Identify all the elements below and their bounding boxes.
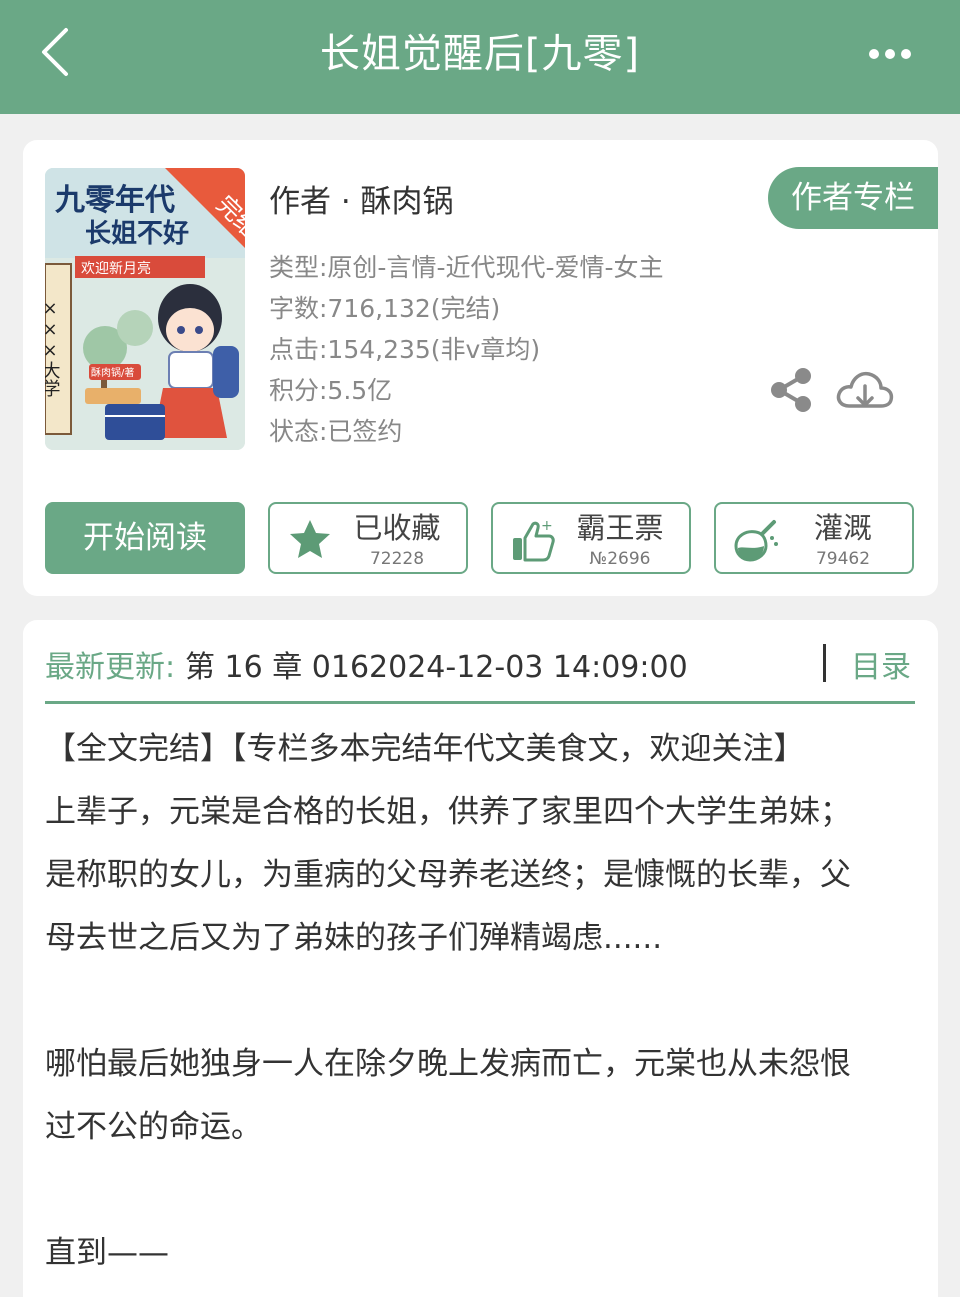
more-button[interactable] xyxy=(860,34,920,74)
synopsis-gap xyxy=(45,1159,921,1222)
page-title: 长姐觉醒后[九零] xyxy=(319,31,641,77)
divider xyxy=(823,644,826,682)
meta-genre: 类型:原创-言情-近代现代-爱情-女主 xyxy=(269,253,664,282)
share-icon xyxy=(771,368,811,412)
svg-text:+: + xyxy=(541,518,553,534)
svg-text:×××大学: ×××大学 xyxy=(45,298,61,397)
flask-icon xyxy=(734,520,778,562)
meta-status: 状态:已签约 xyxy=(269,417,403,446)
chevron-left-icon xyxy=(42,28,68,76)
collect-count: 72228 xyxy=(369,549,425,569)
synopsis-line: 过不公的命运。 xyxy=(45,1109,262,1145)
author-column-button[interactable]: 作者专栏 xyxy=(768,167,938,229)
synopsis-line: 直到—— xyxy=(45,1235,169,1271)
synopsis-text: 【全文完结】【专栏多本完结年代文美食文，欢迎关注】 上辈子，元棠是合格的长姐，供… xyxy=(45,718,921,1285)
water-label: 灌溉 xyxy=(813,511,872,545)
table-of-contents-link[interactable]: 目录 xyxy=(851,642,911,686)
back-button[interactable] xyxy=(30,22,90,82)
collect-label: 已收藏 xyxy=(353,511,441,545)
cloud-download-icon xyxy=(836,371,894,408)
meta-word-count: 字数:716,132(完结) xyxy=(269,294,501,323)
author-name[interactable]: 作者 · 酥肉锅 xyxy=(269,176,454,221)
action-bar: 开始阅读 已收藏 72228 + 霸王票 №2696 灌溉 79462 xyxy=(45,502,915,574)
thumbs-up-icon: + xyxy=(513,518,555,562)
synopsis-line: 母去世之后又为了弟妹的孩子们殚精竭虑...... xyxy=(45,920,663,956)
svg-text:长姐不好: 长姐不好 xyxy=(85,219,189,249)
synopsis-line: 【全文完结】【专栏多本完结年代文美食文，欢迎关注】 xyxy=(45,731,805,767)
collect-button[interactable]: 已收藏 72228 xyxy=(268,502,468,574)
synopsis-gap xyxy=(45,970,921,1033)
share-button[interactable] xyxy=(767,366,815,414)
download-button[interactable] xyxy=(835,364,895,416)
star-icon xyxy=(290,520,330,558)
svg-text:欢迎新月亮: 欢迎新月亮 xyxy=(81,260,151,277)
svg-text:酥肉锅/著: 酥肉锅/著 xyxy=(91,366,134,379)
svg-text:九零年代: 九零年代 xyxy=(55,183,175,218)
water-button[interactable]: 灌溉 79462 xyxy=(714,502,914,574)
book-cover[interactable]: 完结 九零年代 长姐不好 欢迎新月亮 ×××大学 酥肉锅/著 xyxy=(45,168,245,450)
latest-update-text[interactable]: 第 16 章 0162024-12-03 14:09:00 xyxy=(185,642,688,686)
synopsis-line: 是称职的女儿，为重病的父母养老送终；是慷慨的长辈，父 xyxy=(45,857,851,893)
meta-clicks: 点击:154,235(非v章均) xyxy=(269,335,541,364)
latest-update-row[interactable]: 最新更新: 第 16 章 0162024-12-03 14:09:00 目录 xyxy=(45,640,915,704)
ticket-button[interactable]: + 霸王票 №2696 xyxy=(491,502,691,574)
more-dots-icon xyxy=(869,49,911,59)
top-bar: 长姐觉醒后[九零] xyxy=(0,0,960,114)
synopsis-card: 最新更新: 第 16 章 0162024-12-03 14:09:00 目录 【… xyxy=(23,620,938,1297)
cover-illustration: 完结 九零年代 长姐不好 欢迎新月亮 ×××大学 酥肉锅/著 xyxy=(45,168,245,450)
start-reading-button[interactable]: 开始阅读 xyxy=(45,502,245,574)
water-count: 79462 xyxy=(815,549,871,569)
latest-update-label: 最新更新: xyxy=(45,650,176,685)
ticket-label: 霸王票 xyxy=(576,511,664,545)
synopsis-line: 哪怕最后她独身一人在除夕晚上发病而亡，元棠也从未怨恨 xyxy=(45,1046,851,1082)
meta-points: 积分:5.5亿 xyxy=(269,376,393,405)
book-info-card: 完结 九零年代 长姐不好 欢迎新月亮 ×××大学 酥肉锅/著 作者 · 酥肉锅 … xyxy=(23,140,938,596)
ticket-count: №2696 xyxy=(589,549,651,569)
book-meta: 类型:原创-言情-近代现代-爱情-女主 字数:716,132(完结) 点击:15… xyxy=(269,250,664,455)
synopsis-line: 上辈子，元棠是合格的长姐，供养了家里四个大学生弟妹； xyxy=(45,794,851,830)
